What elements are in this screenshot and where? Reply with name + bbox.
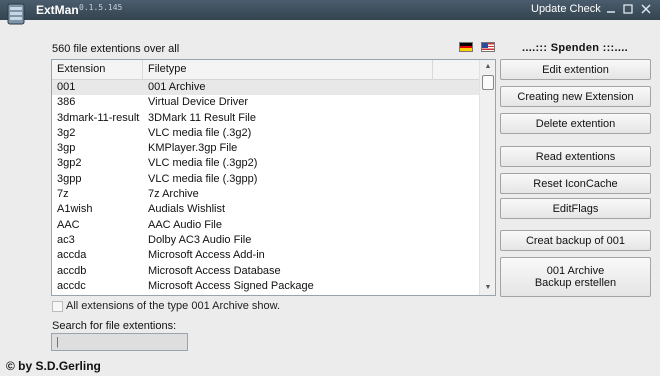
- row-extension: 386: [57, 96, 76, 109]
- maximize-icon[interactable]: [621, 2, 635, 16]
- row-filetype: Microsoft Access Add-in: [148, 249, 265, 262]
- scroll-down-icon[interactable]: ▼: [480, 281, 495, 295]
- title-bar: ExtMan 0.1.5.145 Update Check: [0, 0, 660, 25]
- table-row[interactable]: 3gp KMPlayer.3gp File: [52, 141, 480, 156]
- row-filetype: KMPlayer.3gp File: [148, 142, 238, 155]
- row-extension: 3gp2: [57, 157, 82, 170]
- row-filetype: Virtual Device Driver: [148, 96, 249, 109]
- table-row[interactable]: 3g2 VLC media file (.3g2): [52, 126, 480, 141]
- list-header: Extension Filetype: [52, 60, 480, 80]
- row-filetype: 3DMark 11 Result File: [148, 111, 256, 124]
- row-extension: AAC: [57, 218, 80, 231]
- delete-extension-button[interactable]: Delete extention: [500, 113, 651, 134]
- row-extension: accdb: [57, 264, 87, 277]
- row-filetype: 7z Archive: [148, 188, 199, 201]
- extension-count-label: 560 file extentions over all: [52, 43, 180, 55]
- search-input[interactable]: [51, 333, 188, 351]
- table-row[interactable]: 386 Virtual Device Driver: [52, 95, 480, 110]
- table-row[interactable]: 001 001 Archive: [52, 80, 480, 96]
- row-filetype: VLC media file (.3gpp): [148, 172, 258, 185]
- row-extension: 3gp: [57, 142, 76, 155]
- row-extension: 3gpp: [57, 172, 82, 185]
- extension-list[interactable]: Extension Filetype 001 001 Archive 386 Virt…: [51, 59, 496, 296]
- german-flag-icon[interactable]: [459, 42, 473, 52]
- table-row[interactable]: accdb Microsoft Access Database: [52, 264, 480, 279]
- row-filetype: 001 Archive: [148, 81, 206, 93]
- credit-text: © by S.D.Gerling: [6, 359, 101, 373]
- row-filetype: AAC Audio File: [148, 218, 222, 231]
- show-all-label: All extensions of the type 001 Archive s…: [66, 300, 281, 312]
- row-extension: ac3: [57, 233, 75, 246]
- archive-backup-line1: 001 Archive: [546, 265, 605, 277]
- close-icon[interactable]: [639, 2, 653, 16]
- column-header-filetype[interactable]: Filetype: [143, 60, 433, 80]
- minimize-icon[interactable]: [604, 2, 618, 16]
- table-row[interactable]: ac3 Dolby AC3 Audio File: [52, 233, 480, 248]
- create-extension-button[interactable]: Creating new Extension: [500, 86, 651, 107]
- list-rows: 001 001 Archive 386 Virtual Device Driver 3d…: [52, 80, 480, 294]
- editflags-button[interactable]: EditFlags: [500, 198, 651, 219]
- row-extension: 3g2: [57, 126, 76, 139]
- show-all-checkbox[interactable]: [52, 301, 63, 312]
- row-extension: 7z: [57, 188, 69, 201]
- app-title: ExtMan: [36, 3, 79, 17]
- row-extension: 3dmark-11-result: [57, 111, 140, 124]
- row-filetype: Microsoft Access Database: [148, 264, 281, 277]
- vertical-scrollbar[interactable]: ▲ ▼: [479, 60, 495, 295]
- table-row[interactable]: 3dmark-11-result 3DMark 11 Result File: [52, 111, 480, 126]
- app-icon: [7, 3, 25, 25]
- reset-iconcache-button[interactable]: Reset IconCache: [500, 173, 651, 194]
- column-header-extension[interactable]: Extension: [52, 60, 143, 80]
- read-extensions-button[interactable]: Read extentions: [500, 146, 651, 167]
- update-check-link[interactable]: Update Check: [531, 3, 601, 15]
- app-version: 0.1.5.145: [79, 3, 123, 12]
- column-header-empty[interactable]: [433, 60, 480, 80]
- row-extension: 001: [57, 81, 76, 93]
- table-row[interactable]: A1wish Audials Wishlist: [52, 202, 480, 217]
- row-extension: accda: [57, 249, 87, 262]
- edit-extension-button[interactable]: Edit extention: [500, 59, 651, 80]
- table-row[interactable]: accda Microsoft Access Add-in: [52, 248, 480, 263]
- table-row[interactable]: 3gpp VLC media file (.3gpp): [52, 172, 480, 187]
- us-flag-icon[interactable]: [481, 42, 495, 52]
- row-filetype: VLC media file (.3gp2): [148, 157, 258, 170]
- donate-label[interactable]: ....::: Spenden :::....: [500, 42, 650, 54]
- create-backup-button[interactable]: Creat backup of 001: [500, 230, 651, 251]
- table-row[interactable]: 7z 7z Archive: [52, 187, 480, 202]
- row-extension: A1wish: [57, 203, 93, 216]
- row-filetype: VLC media file (.3g2): [148, 126, 252, 139]
- table-row[interactable]: 3gp2 VLC media file (.3gp2): [52, 156, 480, 171]
- scroll-up-icon[interactable]: ▲: [480, 60, 495, 74]
- archive-backup-button[interactable]: 001 Archive Backup erstellen: [500, 257, 651, 297]
- scroll-thumb[interactable]: [482, 75, 494, 90]
- search-label: Search for file extentions:: [52, 320, 177, 332]
- table-row[interactable]: AAC AAC Audio File: [52, 218, 480, 233]
- row-extension: accdc: [57, 279, 86, 292]
- table-row[interactable]: accdc Microsoft Access Signed Package: [52, 279, 480, 294]
- row-filetype: Dolby AC3 Audio File: [148, 233, 252, 246]
- archive-backup-line2: Backup erstellen: [534, 277, 617, 289]
- row-filetype: Microsoft Access Signed Package: [148, 279, 314, 292]
- row-filetype: Audials Wishlist: [148, 203, 226, 216]
